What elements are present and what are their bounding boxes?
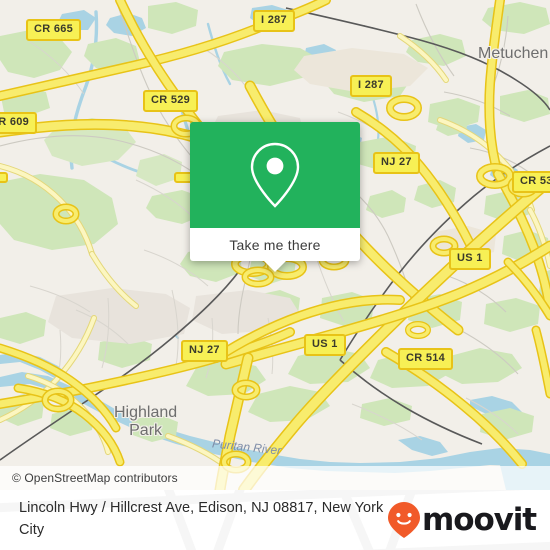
popup-pointer-tail <box>264 261 286 272</box>
road-shield: I 287 <box>253 10 295 32</box>
map-attribution-bar: © OpenStreetMap contributors <box>0 466 550 490</box>
place-label-metuchen: Metuchen <box>478 45 549 62</box>
road-shield: CR 609 <box>0 112 38 134</box>
road-shield-partial-left <box>0 172 8 183</box>
popup-pin-panel <box>190 122 360 228</box>
take-me-there-button[interactable]: Take me there <box>190 228 360 261</box>
location-popup-card[interactable]: Take me there <box>190 122 360 272</box>
moovit-map-screenshot: .water { fill:#a9d3e4; } .park { fill:#c… <box>0 0 550 550</box>
road-shield: US 1 <box>304 334 346 356</box>
road-shield: CR 514 <box>398 348 454 370</box>
road-shield: CR 529 <box>143 90 199 112</box>
road-shield: US 1 <box>449 248 491 270</box>
road-shield: NJ 27 <box>181 340 228 362</box>
map-pin-icon <box>250 142 300 208</box>
road-shield: CR 531 <box>512 171 550 193</box>
place-label-highland-park: Highland Park <box>114 404 178 439</box>
road-shield: CR 665 <box>26 19 82 41</box>
openstreetmap-attribution-text: © OpenStreetMap contributors <box>12 471 178 485</box>
road-shield: I 287 <box>350 75 392 97</box>
moovit-wordmark: moovit <box>422 502 537 538</box>
road-shield: NJ 27 <box>373 152 420 174</box>
moovit-logo[interactable]: moovit <box>387 501 537 539</box>
map-canvas[interactable]: .water { fill:#a9d3e4; } .park { fill:#c… <box>0 0 550 490</box>
location-address-text: Lincoln Hwy / Hillcrest Ave, Edison, NJ … <box>19 500 384 538</box>
take-me-there-label: Take me there <box>229 236 321 253</box>
footer-bar: Lincoln Hwy / Hillcrest Ave, Edison, NJ … <box>0 490 550 550</box>
moovit-pin-smile-icon <box>388 502 421 538</box>
